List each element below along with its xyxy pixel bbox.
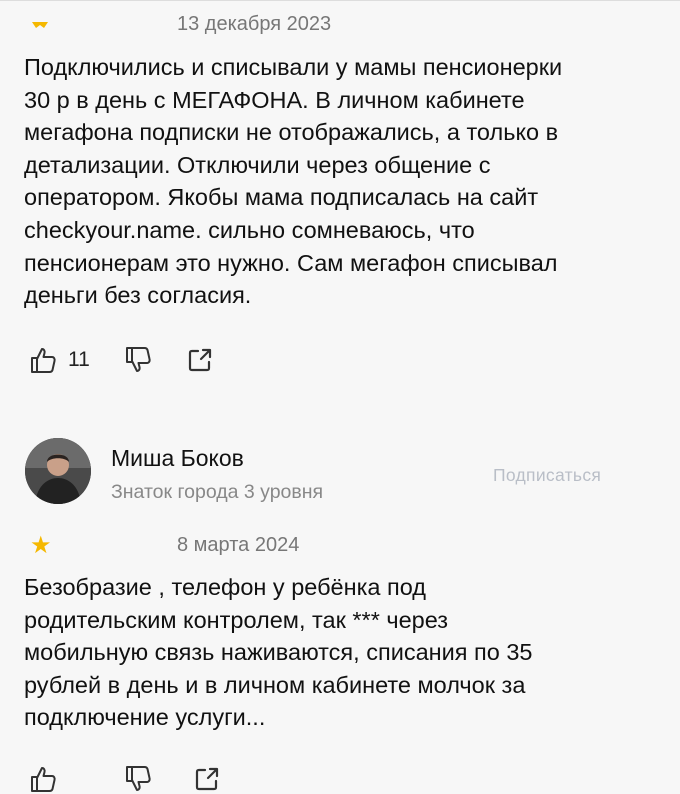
dislike-button[interactable] (123, 345, 153, 375)
share-button[interactable] (193, 765, 221, 793)
review-text-line: 30 р в день с МЕГАФОНА. В личном кабинет… (24, 86, 525, 113)
review-card: 13 декабря 2023 Подключились и списывали… (0, 0, 680, 400)
rating-stars: ★ (30, 534, 52, 558)
user-photo (25, 438, 91, 504)
review-actions (28, 764, 221, 794)
review-text-line: деньги без согласия. (24, 282, 252, 309)
avatar[interactable] (25, 438, 91, 504)
rating-stars (30, 14, 50, 34)
thumbs-down-icon (125, 347, 151, 372)
share-icon (188, 348, 211, 372)
thumbs-up-icon (31, 767, 56, 792)
star-icon: ★ (30, 532, 52, 559)
review-text-line: рублей в день и в личном кабинете молчок… (24, 671, 526, 698)
review-card: Миша Боков Знаток города 3 уровня Подпис… (0, 400, 680, 792)
thumbs-down-icon (126, 766, 151, 791)
review-text: Безобразие , телефон у ребёнка под родит… (24, 571, 644, 734)
review-text: Подключились и списывали у мамы пенсионе… (24, 51, 644, 312)
author-name[interactable]: Миша Боков (111, 445, 244, 472)
share-button[interactable] (186, 346, 214, 374)
like-button[interactable]: 11 (28, 345, 90, 375)
review-actions: 11 (28, 345, 214, 375)
review-text-line: детализации. Отключили через общение с (24, 151, 491, 178)
review-text-line: checkyour.name. сильно сомневаюсь, что (24, 216, 475, 243)
review-text-line: подключение услуги... (24, 704, 266, 731)
review-date: 8 марта 2024 (177, 534, 300, 556)
thumbs-up-icon (31, 348, 56, 373)
review-text-line: пенсионерам это нужно. Сам мегафон списы… (24, 249, 558, 276)
review-text-line: мобильную связь наживаются, списания по … (24, 639, 533, 666)
review-text-line: Подключились и списывали у мамы пенсионе… (24, 54, 563, 80)
review-text-line: мегафона подписки не отображались, а тол… (24, 119, 559, 146)
review-text-line: оператором. Якобы мама подписалась на са… (24, 184, 539, 211)
dislike-button[interactable] (123, 764, 153, 794)
star-icon (32, 22, 48, 28)
review-text-line: Безобразие , телефон у ребёнка под (24, 574, 426, 600)
subscribe-button[interactable]: Подписаться (493, 465, 601, 486)
like-button[interactable] (28, 764, 58, 794)
review-date: 13 декабря 2023 (177, 13, 332, 35)
like-count: 11 (68, 348, 90, 371)
review-text-line: родительским контролем, так *** через (24, 606, 449, 633)
author-level: Знаток города 3 уровня (111, 481, 324, 503)
share-icon (195, 767, 219, 791)
